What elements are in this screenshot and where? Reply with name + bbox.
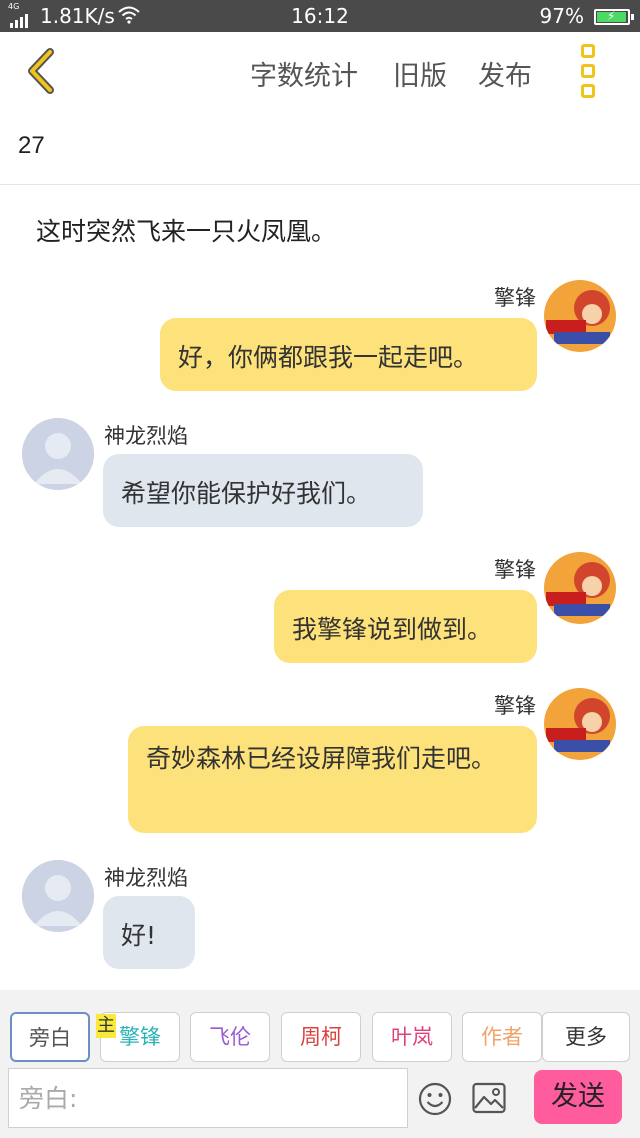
avatar-image xyxy=(544,552,616,624)
speaker-name: 神龙烈焰 xyxy=(104,424,188,448)
chapter-number: 27 xyxy=(18,132,45,159)
more-characters-button[interactable]: 更多 xyxy=(542,1012,630,1062)
message-bubble[interactable]: 好，你俩都跟我一起走吧。 xyxy=(160,318,537,391)
character-chip-narrator[interactable]: 旁白 xyxy=(10,1012,90,1062)
character-chip-zhouke[interactable]: 周柯 xyxy=(281,1012,361,1062)
word-count-button[interactable]: 字数统计 xyxy=(250,54,358,93)
emoji-icon[interactable] xyxy=(418,1082,452,1116)
message-bubble[interactable]: 希望你能保护好我们。 xyxy=(103,454,423,527)
message-input[interactable] xyxy=(8,1068,408,1128)
divider xyxy=(0,184,640,185)
speaker-name: 擎锋 xyxy=(494,286,536,310)
avatar[interactable] xyxy=(22,860,94,932)
narration-text: 这时突然飞来一只火凤凰。 xyxy=(36,217,337,246)
avatar-image xyxy=(544,688,616,760)
battery-icon: ⚡ xyxy=(594,9,634,25)
more-vertical-icon[interactable] xyxy=(576,44,600,98)
speaker-name: 神龙烈焰 xyxy=(104,866,188,890)
avatar-image xyxy=(544,280,616,352)
send-button[interactable]: 发送 xyxy=(534,1070,622,1124)
avatar[interactable] xyxy=(544,688,616,760)
top-nav: 字数统计 旧版 发布 xyxy=(0,32,640,110)
character-chip-feilun[interactable]: 飞伦 xyxy=(190,1012,270,1062)
avatar[interactable] xyxy=(544,552,616,624)
avatar[interactable] xyxy=(544,280,616,352)
default-avatar-icon xyxy=(22,860,94,932)
message-bubble[interactable]: 我擎锋说到做到。 xyxy=(274,590,537,663)
speaker-name: 擎锋 xyxy=(494,558,536,582)
avatar[interactable] xyxy=(22,418,94,490)
old-version-button[interactable]: 旧版 xyxy=(393,54,447,93)
chevron-left-icon[interactable] xyxy=(20,46,64,96)
default-avatar-icon xyxy=(22,418,94,490)
message-bubble[interactable]: 好! xyxy=(103,896,195,969)
charging-bolt-icon: ⚡ xyxy=(607,9,616,23)
battery-percent: 97% xyxy=(539,4,584,28)
character-chip-author[interactable]: 作者 xyxy=(462,1012,542,1062)
publish-button[interactable]: 发布 xyxy=(478,54,532,93)
message-bubble[interactable]: 奇妙森林已经设屏障我们走吧。 xyxy=(128,726,537,833)
main-character-badge: 主 xyxy=(96,1014,116,1038)
speaker-name: 擎锋 xyxy=(494,694,536,718)
image-icon[interactable] xyxy=(472,1082,506,1114)
character-chip-yelan[interactable]: 叶岚 xyxy=(372,1012,452,1062)
status-bar: 4G 1.81K/s 16:12 97% ⚡ xyxy=(0,0,640,32)
